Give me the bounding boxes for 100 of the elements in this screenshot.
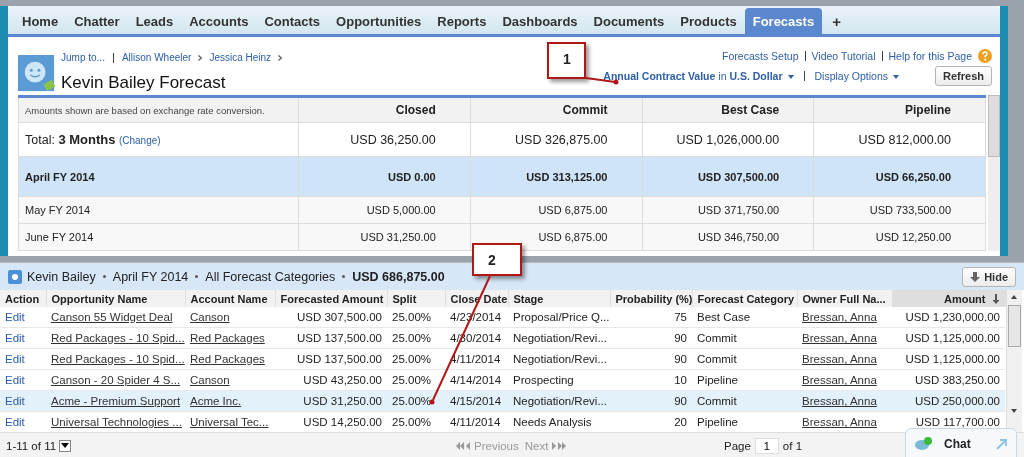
display-options-dropdown[interactable]: Display Options — [814, 70, 900, 82]
period-row[interactable]: May FY 2014 USD 5,000.00 USD 6,875.00 USD 371,750.00 USD 733,500.00 — [18, 196, 986, 224]
record-link[interactable]: Universal Technologies ... — [51, 416, 182, 428]
header-link[interactable]: Forecasts Setup — [722, 50, 799, 62]
scrollbar[interactable] — [1005, 290, 1022, 433]
edit-link[interactable]: Edit — [5, 353, 25, 365]
period-row[interactable]: April FY 2014 USD 0.00 USD 313,125.00 USD 307,500.00 USD 66,250.00 — [18, 156, 986, 197]
edit-link[interactable]: Edit — [5, 332, 25, 344]
range-dropdown[interactable] — [59, 439, 72, 452]
record-link[interactable]: Canson 55 Widget Deal — [51, 311, 173, 323]
table-row[interactable]: Edit Acme - Premium Support Acme Inc. USD 31,250.00 25.00% 4/15/2014 Negotiation/Revi... 90 Commit Bressan, Anna USD 250,000.00 — [0, 390, 1005, 412]
breadcrumb-link[interactable]: Jessica Heinz — [209, 52, 272, 63]
record-link[interactable]: Red Packages - 10 Spid... — [51, 332, 185, 344]
nav-tab[interactable]: Reports — [429, 8, 495, 34]
header-link[interactable]: Video Tutorial — [811, 50, 876, 62]
panel-title-part: All Forecast Categories — [205, 269, 336, 284]
callout-label: 1 — [547, 42, 586, 79]
table-cell: 4/14/2014 — [450, 374, 502, 386]
column-header[interactable]: Probability (%) — [610, 290, 692, 307]
record-icon — [8, 269, 22, 284]
table-cell: USD 137,500.00 — [296, 353, 382, 365]
nav-tab[interactable]: Products — [672, 8, 745, 34]
table-cell: USD 1,125,000.00 — [905, 353, 1000, 365]
column-header[interactable]: Owner Full Na... — [797, 290, 892, 307]
column-header[interactable]: Amount — [892, 290, 1005, 307]
scrollbar[interactable] — [988, 95, 1000, 251]
period-row[interactable]: June FY 2014 USD 31,250.00 USD 6,875.00 USD 346,750.00 USD 12,250.00 — [18, 223, 986, 251]
edit-link[interactable]: Edit — [5, 311, 25, 323]
table-cell: 75 — [674, 311, 687, 323]
total-cell: USD 812,000.00 — [813, 122, 986, 157]
record-link[interactable]: Canson — [190, 311, 230, 323]
jump-to-link[interactable]: Jump to... — [61, 52, 105, 63]
table-cell: 90 — [674, 353, 687, 365]
table-cell: USD 371,750.00 — [642, 196, 814, 224]
hide-button[interactable]: Hide — [962, 266, 1016, 287]
panel-total: USD 686,875.00 — [352, 269, 445, 284]
page-label: Page — [724, 439, 751, 452]
nav-tab[interactable]: Home — [14, 8, 67, 34]
expand-icon[interactable] — [996, 438, 1008, 450]
chat-widget[interactable]: Chat — [905, 428, 1017, 457]
callout-label: 2 — [472, 243, 522, 276]
page-field[interactable]: 1 — [754, 437, 779, 454]
column-header[interactable]: Forecasted Amount — [275, 290, 387, 307]
change-link[interactable]: (Change) — [118, 135, 161, 146]
sort-arrow-icon — [991, 293, 1000, 304]
table-cell: USD 12,250.00 — [813, 223, 986, 251]
column-header: Closed — [298, 96, 471, 123]
record-link[interactable]: Bressan, Anna — [802, 374, 877, 386]
table-cell: 25.00% — [392, 311, 431, 323]
table-cell: USD 313,125.00 — [470, 156, 642, 197]
add-tab-button[interactable]: + — [822, 9, 851, 34]
table-cell: USD 6,875.00 — [470, 196, 642, 224]
scroll-up-icon[interactable] — [1011, 295, 1017, 299]
edit-link[interactable]: Edit — [5, 416, 25, 428]
column-header[interactable]: Account Name — [185, 290, 275, 307]
breadcrumb-link[interactable]: Allison Wheeler — [121, 52, 192, 63]
column-header: Pipeline — [813, 96, 986, 123]
column-header: Commit — [470, 96, 642, 123]
column-header[interactable]: Forecast Category — [692, 290, 797, 307]
column-header[interactable]: Opportunity Name — [46, 290, 185, 307]
total-period: 3 Months — [58, 132, 116, 147]
panel-title-part: Kevin Bailey — [27, 269, 96, 284]
nav-tab[interactable]: Documents — [585, 8, 673, 34]
nav-tab[interactable]: Opportunities — [328, 8, 430, 34]
record-link[interactable]: Bressan, Anna — [802, 332, 877, 344]
record-link[interactable]: Red Packages — [190, 353, 265, 365]
table-cell: USD 307,500.00 — [296, 311, 382, 323]
nav-tab[interactable]: Forecasts — [744, 8, 823, 34]
scroll-down-icon[interactable] — [1011, 409, 1017, 413]
edit-link[interactable]: Edit — [5, 374, 25, 386]
column-header[interactable]: Action — [0, 290, 46, 307]
record-link[interactable]: Bressan, Anna — [802, 311, 877, 323]
help-icon[interactable] — [978, 49, 992, 63]
table-cell: Commit — [697, 395, 737, 407]
record-link[interactable]: Red Packages - 10 Spid... — [51, 353, 185, 365]
column-header[interactable]: Stage — [508, 290, 610, 307]
total-cell: USD 326,875.00 — [470, 122, 642, 157]
nav-tab[interactable]: Dashboards — [494, 8, 586, 34]
column-header[interactable]: Split — [387, 290, 445, 307]
page-title: Kevin Bailey Forecast — [61, 73, 227, 93]
record-link[interactable]: Canson - 20 Spider 4 S... — [51, 374, 181, 386]
record-link[interactable]: Bressan, Anna — [802, 353, 877, 365]
caret-icon — [61, 443, 70, 448]
measure-dropdown[interactable]: Annual Contract Value in U.S. Dollar — [603, 70, 794, 82]
nav-tab[interactable]: Chatter — [66, 8, 128, 34]
record-link[interactable]: Universal Tec... — [190, 416, 269, 428]
nav-tab[interactable]: Contacts — [256, 8, 329, 34]
table-cell: Pipeline — [697, 416, 738, 428]
record-link[interactable]: Bressan, Anna — [802, 416, 877, 428]
header-link[interactable]: Help for this Page — [888, 50, 972, 62]
scroll-thumb[interactable] — [1007, 305, 1021, 347]
table-cell: Negotiation/Revi... — [513, 353, 607, 365]
record-link[interactable]: Red Packages — [190, 332, 265, 344]
table-row[interactable]: Edit Canson - 20 Spider 4 S... Canson USD 43,250.00 25.00% 4/14/2014 Prospecting 10 Pipeline Bressan, Anna USD 383,250.00 — [0, 369, 1005, 391]
nav-tab[interactable]: Accounts — [181, 8, 257, 34]
table-cell: Best Case — [697, 311, 751, 323]
nav-tab[interactable]: Leads — [127, 8, 182, 34]
record-link[interactable]: Canson — [190, 374, 230, 386]
refresh-button[interactable]: Refresh — [935, 66, 992, 86]
scroll-thumb[interactable] — [988, 95, 1000, 157]
